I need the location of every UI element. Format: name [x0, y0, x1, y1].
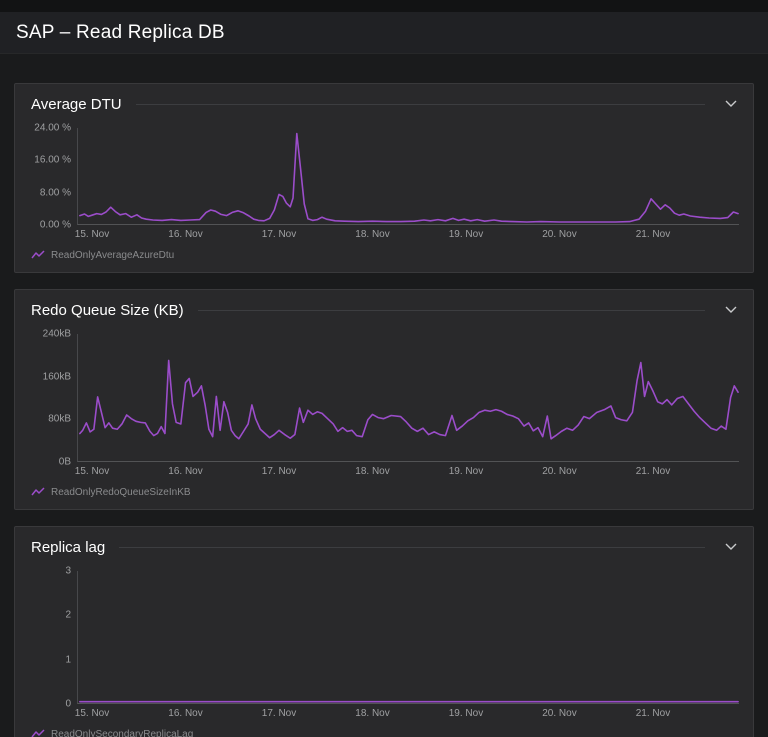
panel-replica-lag: Replica lag 3 2 1 0 15. Nov 16. Nov 17. Nov 18… — [14, 526, 754, 737]
x-tick-label: 20. Nov — [542, 708, 576, 719]
y-tick-label: 0B — [59, 457, 71, 468]
collapse-panel-button[interactable] — [723, 541, 739, 553]
panel-title: Replica lag — [31, 539, 105, 556]
x-tick-label: 21. Nov — [636, 466, 670, 477]
y-axis-labels: 240kB160kB80kB0B — [31, 334, 77, 462]
chart-area: 24.00 %16.00 %8.00 %0.00 % — [31, 128, 739, 225]
x-tick-label: 18. Nov — [355, 466, 389, 477]
x-tick-label: 17. Nov — [262, 708, 296, 719]
legend-item[interactable]: ReadOnlySecondaryReplicaLag — [31, 727, 193, 737]
legend-item[interactable]: ReadOnlyRedoQueueSizeInKB — [31, 485, 191, 499]
x-tick-label: 18. Nov — [355, 229, 389, 240]
panel-header: Average DTU — [31, 94, 739, 114]
legend-label: ReadOnlySecondaryReplicaLag — [51, 729, 193, 737]
title-divider — [119, 547, 705, 548]
y-tick-label: 2 — [65, 610, 71, 621]
x-tick-label: 19. Nov — [449, 466, 483, 477]
y-tick-label: 24.00 % — [34, 123, 71, 134]
x-tick-label: 19. Nov — [449, 708, 483, 719]
line-chart-plot[interactable] — [77, 128, 739, 225]
legend-label: ReadOnlyRedoQueueSizeInKB — [51, 487, 191, 498]
collapse-panel-button[interactable] — [723, 98, 739, 110]
y-axis-labels: 3210 — [31, 571, 77, 704]
x-tick-label: 16. Nov — [168, 708, 202, 719]
series-line-icon — [31, 729, 45, 737]
x-tick-label: 17. Nov — [262, 229, 296, 240]
x-tick-label: 20. Nov — [542, 229, 576, 240]
y-tick-label: 240kB — [43, 329, 71, 340]
x-tick-label: 20. Nov — [542, 466, 576, 477]
x-tick-label: 21. Nov — [636, 229, 670, 240]
panel-header: Redo Queue Size (KB) — [31, 300, 739, 320]
panel-title: Average DTU — [31, 96, 122, 113]
x-axis-labels: 15. Nov 16. Nov 17. Nov 18. Nov 19. Nov 20. N… — [78, 704, 739, 721]
x-tick-label: 16. Nov — [168, 229, 202, 240]
x-axis-labels: 15. Nov 16. Nov 17. Nov 18. Nov 19. Nov 20. N… — [78, 225, 739, 242]
chevron-down-icon — [725, 306, 737, 314]
line-chart-plot[interactable] — [77, 334, 739, 462]
y-tick-label: 0 — [65, 699, 71, 710]
title-divider — [136, 104, 705, 105]
panel-list: Average DTU 24.00 % 16.00 % 8.00 % 0.00 % 1… — [0, 54, 768, 737]
y-tick-label: 8.00 % — [40, 187, 71, 198]
x-tick-label: 18. Nov — [355, 708, 389, 719]
line-chart-plot[interactable] — [77, 571, 739, 704]
panel-header: Replica lag — [31, 537, 739, 557]
y-tick-label: 1 — [65, 654, 71, 665]
chevron-down-icon — [725, 100, 737, 108]
y-axis-labels: 24.00 %16.00 %8.00 %0.00 % — [31, 128, 77, 225]
y-tick-label: 80kB — [48, 414, 71, 425]
x-tick-label: 17. Nov — [262, 466, 296, 477]
dashboard-screen: SAP – Read Replica DB Average DTU 24.00 … — [0, 0, 768, 737]
legend-label: ReadOnlyAverageAzureDtu — [51, 250, 174, 261]
x-tick-label: 16. Nov — [168, 466, 202, 477]
dashboard-title: SAP – Read Replica DB — [16, 22, 225, 44]
x-tick-label: 15. Nov — [75, 708, 109, 719]
panel-title: Redo Queue Size (KB) — [31, 302, 184, 319]
window-top-strip — [0, 0, 768, 12]
x-axis-labels: 15. Nov 16. Nov 17. Nov 18. Nov 19. Nov 20. N… — [78, 462, 739, 479]
x-tick-label: 21. Nov — [636, 708, 670, 719]
y-tick-label: 3 — [65, 566, 71, 577]
dashboard-header: SAP – Read Replica DB — [0, 12, 768, 54]
legend-item[interactable]: ReadOnlyAverageAzureDtu — [31, 248, 174, 262]
y-tick-label: 16.00 % — [34, 155, 71, 166]
x-tick-label: 15. Nov — [75, 466, 109, 477]
y-tick-label: 0.00 % — [40, 220, 71, 231]
y-tick-label: 160kB — [43, 371, 71, 382]
panel-average-dtu: Average DTU 24.00 % 16.00 % 8.00 % 0.00 % 1… — [14, 83, 754, 273]
series-line-icon — [31, 487, 45, 497]
panel-redo-queue-size: Redo Queue Size (KB) 240kB 160kB 80kB 0B 15… — [14, 289, 754, 510]
collapse-panel-button[interactable] — [723, 304, 739, 316]
chart-area: 3210 — [31, 571, 739, 704]
title-divider — [198, 310, 705, 311]
chart-area: 240kB160kB80kB0B — [31, 334, 739, 462]
x-tick-label: 15. Nov — [75, 229, 109, 240]
series-line-icon — [31, 250, 45, 260]
x-tick-label: 19. Nov — [449, 229, 483, 240]
chevron-down-icon — [725, 543, 737, 551]
